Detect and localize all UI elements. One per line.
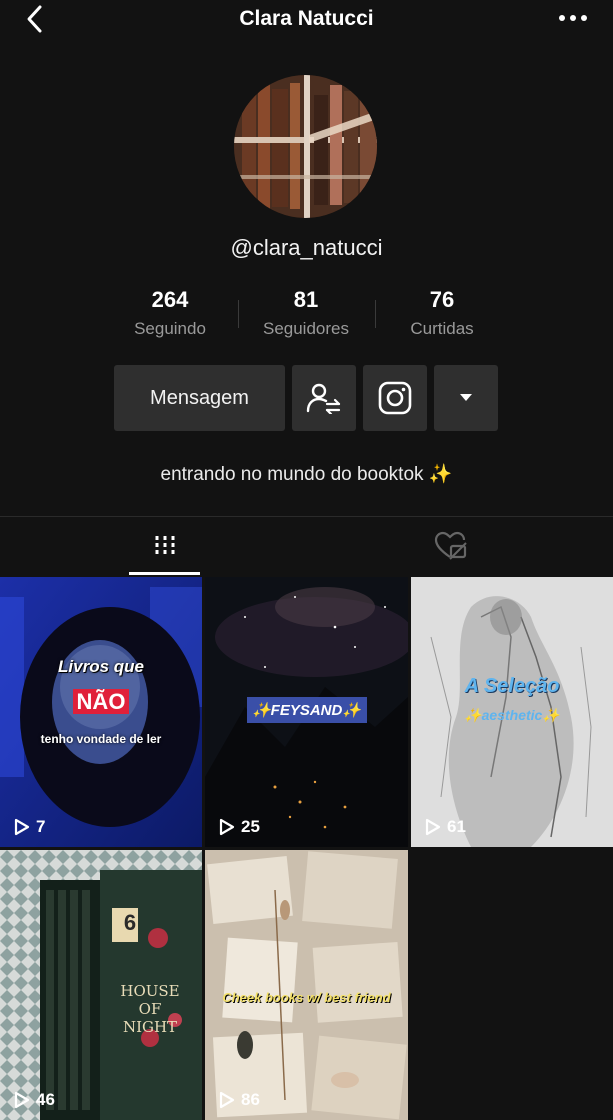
video-thumbnail[interactable]: A Seleção ✨aesthetic✨ 61 [411,577,613,847]
sparkles-emoji: ✨ [428,464,453,485]
view-count-value: 61 [447,817,466,836]
active-tab-indicator [129,572,200,575]
page-title: Clara Natucci [239,7,374,30]
profile-bio: entrando no mundo do booktok ✨ [0,462,613,486]
avatar-image [234,75,377,218]
stat-divider [238,300,239,328]
caret-down-icon [460,394,472,401]
video-caption: NÃO [0,689,202,715]
user-follow-icon [306,383,341,414]
video-caption: ✨FEYSAND✨ [251,702,362,719]
tab-liked-videos[interactable] [415,518,486,574]
video-caption: Livros que [58,657,144,676]
stat-value: 264 [151,287,189,312]
stat-label: Seguindo [134,319,206,338]
stat-following[interactable]: 264 Seguindo [100,287,240,339]
video-caption: tenho vondade de ler [40,732,162,746]
stat-label: Seguidores [262,319,349,338]
grid-icon [155,536,174,556]
stat-value: 81 [293,287,319,312]
follow-status-button[interactable] [292,365,356,431]
book-cover-title: HOUSE OF NIGHT [120,982,180,1036]
view-count: 25 [219,817,260,837]
bio-text: entrando no mundo do booktok [160,464,424,485]
video-thumbnail-image [205,850,408,1120]
video-thumbnail[interactable]: Cheek books w/ best friend 86 [205,850,408,1120]
book-cover-number: 6 [123,910,137,935]
message-button[interactable]: Mensagem [114,365,285,431]
video-thumbnail[interactable]: Livros que NÃO tenho vondade de ler 7 [0,577,202,847]
view-count: 86 [219,1090,260,1110]
profile-stats: 264 Seguindo 81 Seguidores 76 Curtidas [0,287,613,347]
tab-videos[interactable] [129,518,200,574]
video-caption: A Seleção [464,675,560,697]
play-icon [14,1091,30,1109]
more-dots-icon [559,15,565,21]
top-bar: Clara Natucci [0,0,613,40]
stat-likes[interactable]: 76 Curtidas [372,287,512,339]
video-caption: Cheek books w/ best friend [222,990,391,1005]
view-count-value: 86 [241,1090,260,1109]
stat-label: Curtidas [410,319,474,338]
video-caption: ✨aesthetic✨ [464,707,560,723]
view-count: 46 [14,1090,55,1110]
instagram-button[interactable] [363,365,427,431]
view-count: 7 [14,817,45,837]
more-options-button[interactable] [555,6,591,30]
tabs-divider [0,516,613,517]
video-thumbnail[interactable]: 6 HOUSE OF NIGHT 46 [0,850,202,1120]
suggested-accounts-button[interactable] [434,365,498,431]
avatar[interactable] [234,75,377,218]
username-handle: @clara_natucci [230,235,383,260]
caption-highlight: NÃO [72,689,130,714]
view-count-value: 7 [36,817,46,836]
play-icon [14,818,30,836]
view-count-value: 25 [241,817,260,836]
profile-actions: Mensagem [0,365,613,431]
instagram-icon [378,381,412,415]
view-count-value: 46 [36,1090,55,1109]
liked-hidden-icon [434,531,467,560]
play-icon [219,818,235,836]
view-count: 61 [425,817,466,837]
play-icon [219,1091,235,1109]
stat-divider [375,300,376,328]
play-icon [425,818,441,836]
stat-followers[interactable]: 81 Seguidores [236,287,376,339]
video-thumbnail[interactable]: ✨FEYSAND✨ 25 [205,577,408,847]
stat-value: 76 [429,287,455,312]
